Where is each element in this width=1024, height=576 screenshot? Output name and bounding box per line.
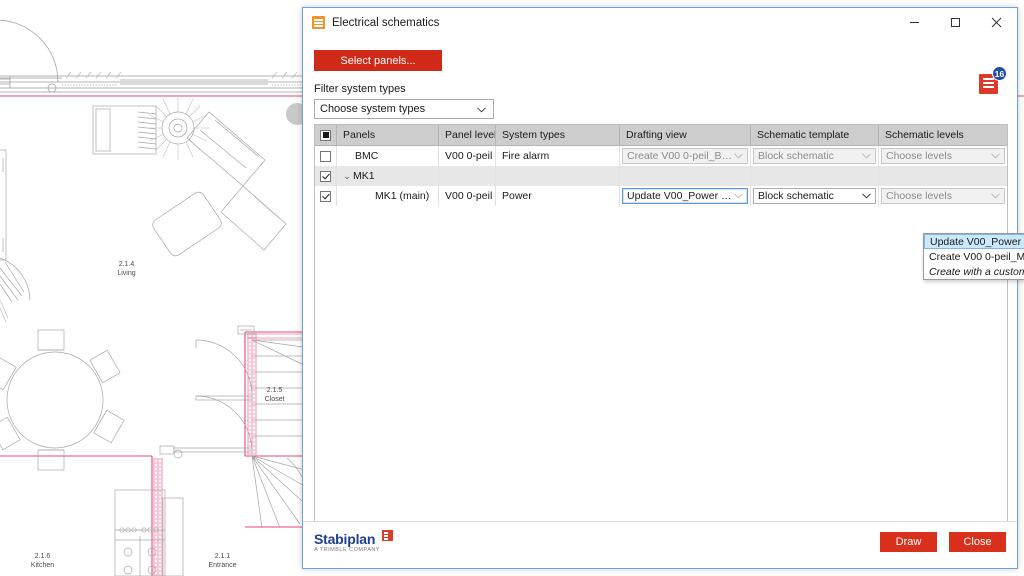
room-label-kitchen: 2.1.6 Kitchen [20, 552, 65, 570]
filter-system-types-label: Filter system types [314, 83, 406, 95]
cell-schematic-template[interactable]: Block schematic [751, 186, 879, 206]
chevron-down-icon [991, 190, 1000, 202]
schematic-levels-select[interactable]: Choose levels [881, 148, 1005, 164]
minimize-button[interactable] [894, 8, 935, 37]
drafting-view-select[interactable]: Update V00_Power +... [622, 188, 748, 204]
chevron-down-icon [862, 190, 871, 202]
cell-panel-level [439, 166, 496, 186]
cell-drafting-view [620, 166, 751, 186]
select-all-checkbox[interactable] [320, 130, 331, 141]
drafting-view-dropdown-list[interactable]: Update V00_Power + sub panels Create V00… [923, 233, 1024, 280]
schematic-template-value: Block schematic [754, 150, 862, 162]
drafting-view-value: Create V00 0-peil_BM... [623, 150, 734, 162]
stabiplan-logo: Stabiplan A TRIMBLE COMPANY [314, 530, 393, 553]
filter-system-types-select[interactable]: Choose system types [314, 99, 494, 119]
cell-system-types: Fire alarm [496, 146, 620, 166]
row-checkbox[interactable] [320, 151, 331, 162]
chevron-down-icon [477, 100, 486, 118]
notification-count-badge: 16 [992, 66, 1007, 81]
panels-table: Panels Panel level System types Drafting… [314, 124, 1008, 534]
table-row[interactable]: MK1 (main) V00 0-peil Power Update V00_P… [315, 186, 1007, 206]
chevron-down-icon [991, 150, 1000, 162]
header-drafting-view[interactable]: Drafting view [620, 125, 751, 145]
header-panels[interactable]: Panels [337, 125, 439, 145]
close-window-button[interactable] [976, 8, 1017, 37]
logo-wordmark: Stabiplan [314, 531, 375, 547]
row-select-cell[interactable] [315, 186, 337, 206]
cell-panel[interactable]: ⌄ MK1 [337, 166, 439, 186]
drafting-view-select[interactable]: Create V00 0-peil_BM... [622, 148, 748, 164]
cell-system-types [496, 166, 620, 186]
stabiplan-mark-icon [382, 530, 393, 541]
cell-schematic-levels[interactable]: Choose levels [879, 186, 1007, 206]
chevron-down-icon[interactable]: ⌄ [341, 171, 353, 182]
room-label-closet: 2.1.5 Closet [252, 386, 297, 404]
row-checkbox[interactable] [320, 191, 331, 202]
dialog-footer: Stabiplan A TRIMBLE COMPANY Draw Close [303, 521, 1017, 568]
cell-schematic-levels [879, 166, 1007, 186]
schematic-template-select[interactable]: Block schematic [753, 188, 876, 204]
chevron-down-icon [734, 150, 743, 162]
cell-panel: BMC [337, 146, 439, 166]
cell-panel-label: MK1 [353, 170, 375, 182]
schematic-levels-select[interactable]: Choose levels [881, 188, 1005, 204]
electrical-schematics-dialog: Electrical schematics 16 Select panels..… [302, 7, 1018, 569]
electrical-schematics-icon [312, 16, 325, 29]
room-label-entrance: 2.1.1 Entrance [200, 552, 245, 570]
schematic-template-select[interactable]: Block schematic [753, 148, 876, 164]
cell-schematic-levels[interactable]: Choose levels [879, 146, 1007, 166]
header-select-all[interactable] [315, 125, 337, 145]
dropdown-option[interactable]: Create V00 0-peil_MK1_Power + sub panels [924, 249, 1024, 264]
maximize-button[interactable] [935, 8, 976, 37]
dialog-titlebar[interactable]: Electrical schematics [303, 8, 1017, 37]
schematic-levels-value: Choose levels [882, 190, 991, 202]
dropdown-option[interactable]: Update V00_Power + sub panels [924, 234, 1024, 249]
row-checkbox[interactable] [320, 171, 331, 182]
notifications-indicator[interactable]: 16 [973, 66, 1007, 100]
close-button[interactable]: Close [949, 532, 1006, 552]
cell-panel-level: V00 0-peil [439, 146, 496, 166]
row-select-cell[interactable] [315, 166, 337, 186]
draw-button[interactable]: Draw [880, 532, 937, 552]
dropdown-option[interactable]: Create with a custom name... [924, 264, 1024, 279]
header-panel-level[interactable]: Panel level [439, 125, 496, 145]
screen: 2.1.4 Living 2.1.5 Closet 2.1.6 Kitchen … [0, 0, 1024, 576]
cell-system-types: Power [496, 186, 620, 206]
header-system-types[interactable]: System types [496, 125, 620, 145]
table-row[interactable]: ⌄ MK1 [315, 166, 1007, 186]
cell-schematic-template [751, 166, 879, 186]
cell-drafting-view[interactable]: Create V00 0-peil_BM... [620, 146, 751, 166]
header-schematic-levels[interactable]: Schematic levels [879, 125, 1007, 145]
chevron-down-icon [862, 150, 871, 162]
table-header-row: Panels Panel level System types Drafting… [315, 125, 1007, 146]
header-schematic-template[interactable]: Schematic template [751, 125, 879, 145]
schematic-template-value: Block schematic [754, 190, 862, 202]
window-controls [894, 8, 1017, 37]
select-panels-button[interactable]: Select panels... [314, 50, 442, 71]
schematic-levels-value: Choose levels [882, 150, 991, 162]
dialog-title: Electrical schematics [332, 17, 439, 29]
room-label-living: 2.1.4 Living [104, 260, 149, 278]
chevron-down-icon [734, 190, 743, 202]
table-row[interactable]: BMC V00 0-peil Fire alarm Create V00 0-p… [315, 146, 1007, 166]
row-select-cell[interactable] [315, 146, 337, 166]
dialog-body: 16 Select panels... Filter system types … [303, 37, 1017, 522]
filter-system-types-value: Choose system types [315, 103, 425, 115]
cell-panel: MK1 (main) [337, 186, 439, 206]
cell-schematic-template[interactable]: Block schematic [751, 146, 879, 166]
drafting-view-value: Update V00_Power +... [623, 190, 734, 202]
cell-drafting-view[interactable]: Update V00_Power +... [620, 186, 751, 206]
cell-panel-level: V00 0-peil [439, 186, 496, 206]
